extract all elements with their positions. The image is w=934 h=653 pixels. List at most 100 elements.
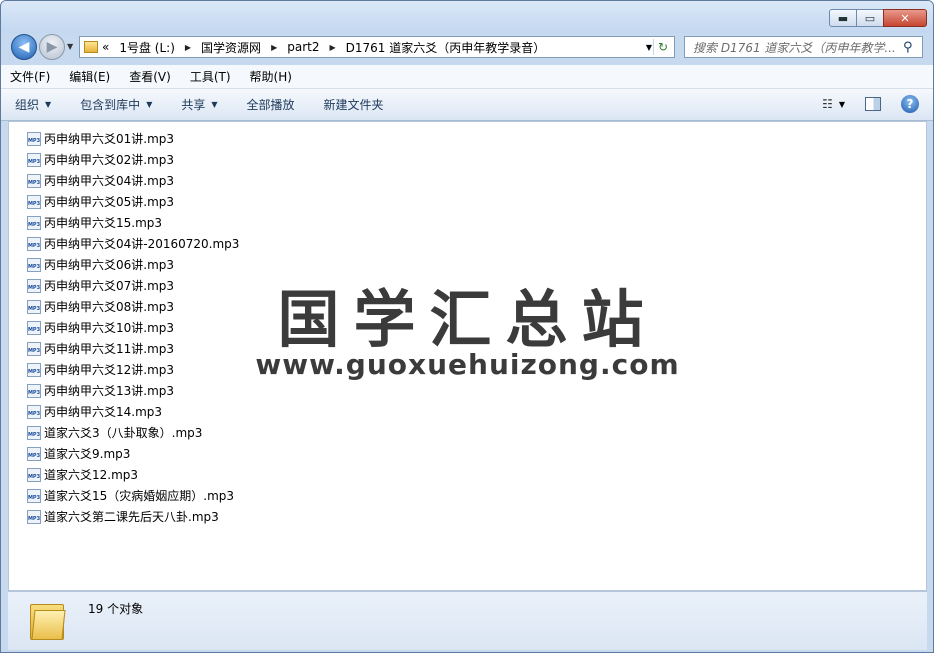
file-item[interactable]: MP3 道家六爻12.mp3: [27, 464, 239, 485]
mp3-file-icon: MP3: [27, 404, 41, 419]
forward-arrow-icon: ▶: [46, 39, 58, 55]
breadcrumb-separator-icon[interactable]: ▶: [185, 43, 191, 52]
file-name: 丙申纳甲六爻04讲.mp3: [44, 174, 175, 188]
breadcrumb-guoxue[interactable]: 国学资源网: [201, 39, 261, 56]
file-name: 丙申纳甲六爻14.mp3: [44, 405, 163, 419]
breadcrumb-separator-icon[interactable]: ▶: [271, 43, 277, 52]
breadcrumb-separator-icon[interactable]: ▶: [329, 43, 335, 52]
file-name: 丙申纳甲六爻07讲.mp3: [44, 279, 175, 293]
change-view-icon[interactable]: ☷: [822, 97, 833, 111]
mp3-file-icon: MP3: [27, 152, 41, 167]
address-bar[interactable]: « 1号盘 (L:) ▶ 国学资源网 ▶ part2 ▶ D1761 道家六爻（…: [79, 36, 675, 58]
maximize-button[interactable]: ▭: [856, 9, 884, 27]
share-button[interactable]: 共享 ▼: [167, 96, 232, 113]
file-list: MP3 丙申纳甲六爻01讲.mp3 MP3 丙申纳甲六爻02讲.mp3 MP3 丙申纳甲六…: [27, 128, 239, 527]
file-name: 丙申纳甲六爻12讲.mp3: [44, 363, 175, 377]
file-name: 道家六爻12.mp3: [44, 468, 139, 482]
file-item[interactable]: MP3 道家六爻第二课先后天八卦.mp3: [27, 506, 239, 527]
menu-edit[interactable]: 编辑(E): [60, 68, 120, 85]
menu-file[interactable]: 文件(F): [1, 68, 60, 85]
mp3-file-icon: MP3: [27, 446, 41, 461]
mp3-file-icon: MP3: [27, 383, 41, 398]
menu-view[interactable]: 查看(V): [120, 68, 181, 85]
file-item[interactable]: MP3 丙申纳甲六爻02讲.mp3: [27, 149, 239, 170]
close-icon: ✕: [900, 11, 910, 25]
search-icon[interactable]: ⚲: [903, 40, 921, 55]
breadcrumb-overflow[interactable]: «: [102, 40, 109, 54]
view-dropdown-icon[interactable]: ▼: [839, 100, 845, 109]
search-input[interactable]: 搜索 D1761 道家六爻（丙申年教学...: [685, 39, 903, 56]
file-item[interactable]: MP3 道家六爻3（八卦取象）.mp3: [27, 422, 239, 443]
item-count: 19 个对象: [88, 602, 144, 616]
mp3-file-icon: MP3: [27, 509, 41, 524]
mp3-file-icon: MP3: [27, 236, 41, 251]
file-item[interactable]: MP3 道家六爻15（灾病婚姻应期）.mp3: [27, 485, 239, 506]
file-item[interactable]: MP3 丙申纳甲六爻06讲.mp3: [27, 254, 239, 275]
search-box[interactable]: 搜索 D1761 道家六爻（丙申年教学... ⚲: [684, 36, 923, 58]
file-item[interactable]: MP3 丙申纳甲六爻10讲.mp3: [27, 317, 239, 338]
menu-bar: 文件(F) 编辑(E) 查看(V) 工具(T) 帮助(H): [1, 65, 933, 89]
file-item[interactable]: MP3 丙申纳甲六爻15.mp3: [27, 212, 239, 233]
breadcrumb-current-folder[interactable]: D1761 道家六爻（丙申年教学录音）: [346, 39, 546, 56]
file-name: 丙申纳甲六爻13讲.mp3: [44, 384, 175, 398]
minimize-icon: ▬: [837, 11, 849, 25]
preview-pane-icon[interactable]: [865, 97, 881, 111]
play-all-button[interactable]: 全部播放: [233, 96, 310, 113]
maximize-icon: ▭: [864, 11, 876, 25]
file-item[interactable]: MP3 道家六爻9.mp3: [27, 443, 239, 464]
file-item[interactable]: MP3 丙申纳甲六爻05讲.mp3: [27, 191, 239, 212]
menu-help[interactable]: 帮助(H): [241, 68, 302, 85]
mp3-file-icon: MP3: [27, 362, 41, 377]
address-dropdown-icon[interactable]: ▼: [646, 43, 652, 52]
recent-pages-dropdown[interactable]: ▼: [67, 42, 73, 51]
title-bar: ▬ ▭ ✕: [1, 1, 933, 33]
mp3-file-icon: MP3: [27, 173, 41, 188]
refresh-icon[interactable]: ↻: [653, 39, 672, 55]
organize-button[interactable]: 组织 ▼: [1, 96, 66, 113]
file-name: 道家六爻9.mp3: [44, 447, 131, 461]
file-name: 丙申纳甲六爻04讲-20160720.mp3: [44, 237, 240, 251]
file-name: 丙申纳甲六爻10讲.mp3: [44, 321, 175, 335]
include-in-library-label: 包含到库中: [80, 98, 141, 112]
mp3-file-icon: MP3: [27, 488, 41, 503]
back-button[interactable]: ◀: [11, 34, 37, 60]
include-in-library-button[interactable]: 包含到库中 ▼: [66, 96, 167, 113]
chevron-down-icon: ▼: [45, 100, 52, 109]
new-folder-button[interactable]: 新建文件夹: [310, 96, 399, 113]
mp3-file-icon: MP3: [27, 257, 41, 272]
help-icon[interactable]: ?: [901, 95, 919, 113]
view-controls: ☷ ▼ ?: [822, 95, 919, 113]
mp3-file-icon: MP3: [27, 467, 41, 482]
breadcrumb-drive[interactable]: 1号盘 (L:): [119, 39, 175, 56]
mp3-file-icon: MP3: [27, 278, 41, 293]
mp3-file-icon: MP3: [27, 341, 41, 356]
file-name: 丙申纳甲六爻08讲.mp3: [44, 300, 175, 314]
file-item[interactable]: MP3 丙申纳甲六爻08讲.mp3: [27, 296, 239, 317]
file-item[interactable]: MP3 丙申纳甲六爻12讲.mp3: [27, 359, 239, 380]
mp3-file-icon: MP3: [27, 299, 41, 314]
file-list-pane[interactable]: MP3 丙申纳甲六爻01讲.mp3 MP3 丙申纳甲六爻02讲.mp3 MP3 丙申纳甲六…: [8, 121, 927, 591]
mp3-file-icon: MP3: [27, 194, 41, 209]
mp3-file-icon: MP3: [27, 320, 41, 335]
file-item[interactable]: MP3 丙申纳甲六爻04讲-20160720.mp3: [27, 233, 239, 254]
file-item[interactable]: MP3 丙申纳甲六爻04讲.mp3: [27, 170, 239, 191]
file-name: 丙申纳甲六爻15.mp3: [44, 216, 163, 230]
forward-button[interactable]: ▶: [39, 34, 65, 60]
file-item[interactable]: MP3 丙申纳甲六爻11讲.mp3: [27, 338, 239, 359]
file-name: 丙申纳甲六爻11讲.mp3: [44, 342, 175, 356]
file-item[interactable]: MP3 丙申纳甲六爻01讲.mp3: [27, 128, 239, 149]
file-item[interactable]: MP3 丙申纳甲六爻13讲.mp3: [27, 380, 239, 401]
file-item[interactable]: MP3 丙申纳甲六爻14.mp3: [27, 401, 239, 422]
breadcrumb-part2[interactable]: part2: [287, 40, 319, 54]
close-button[interactable]: ✕: [883, 9, 927, 27]
file-item[interactable]: MP3 丙申纳甲六爻07讲.mp3: [27, 275, 239, 296]
folder-icon: [30, 600, 66, 640]
menu-tools[interactable]: 工具(T): [181, 68, 241, 85]
mp3-file-icon: MP3: [27, 425, 41, 440]
mp3-file-icon: MP3: [27, 215, 41, 230]
caption-buttons: ▬ ▭ ✕: [829, 9, 927, 27]
explorer-window: ▬ ▭ ✕ ◀ ▶ ▼ « 1号盘 (L:) ▶ 国学资源网 ▶ part2 ▶…: [0, 0, 934, 653]
minimize-button[interactable]: ▬: [829, 9, 857, 27]
command-bar: 组织 ▼ 包含到库中 ▼ 共享 ▼ 全部播放 新建文件夹 ☷ ▼ ?: [1, 89, 933, 121]
organize-label: 组织: [15, 98, 40, 112]
